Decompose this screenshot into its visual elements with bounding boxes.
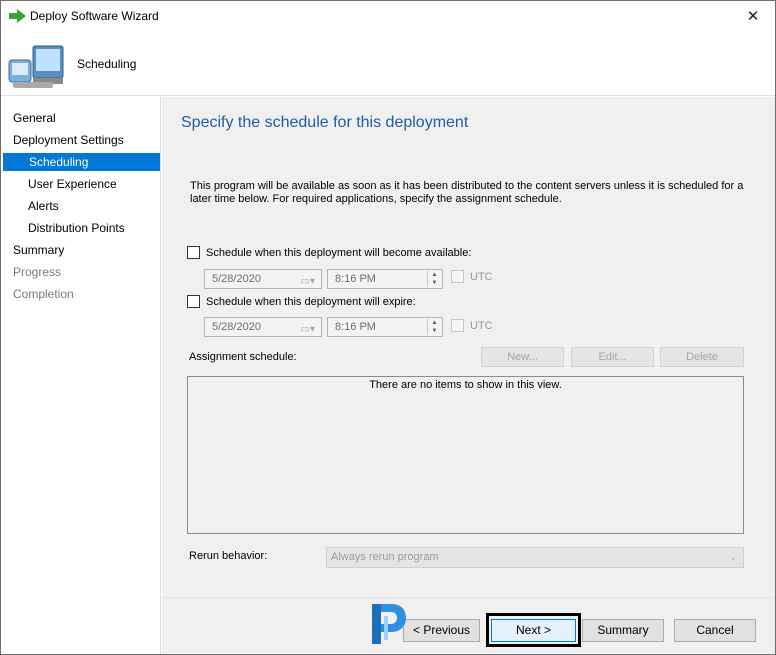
available-date-value: 5/28/2020 (212, 273, 261, 285)
assignment-schedule-list[interactable]: There are no items to show in this view. (187, 376, 744, 534)
rerun-behavior-select: Always rerun program ⌄ (326, 547, 744, 568)
computer-icon (8, 45, 64, 88)
expire-checkbox-row[interactable]: Schedule when this deployment will expir… (187, 295, 416, 308)
available-date-picker: 5/28/2020 ▭▾ (204, 269, 322, 289)
delete-schedule-button: Delete (660, 347, 744, 367)
nav-item-scheduling[interactable]: Scheduling (3, 153, 160, 171)
page-description: This program will be available as soon a… (190, 180, 744, 205)
expire-utc-checkbox (451, 319, 464, 332)
page-heading: Specify the schedule for this deployment (181, 114, 469, 131)
nav-item-user-experience[interactable]: User Experience (28, 175, 117, 193)
available-checkbox-row[interactable]: Schedule when this deployment will becom… (187, 246, 471, 259)
edit-schedule-button: Edit... (571, 347, 654, 367)
title-bar: Deploy Software Wizard ✕ (1, 1, 775, 32)
available-utc-row: UTC (451, 270, 493, 283)
nav-item-deployment-settings[interactable]: Deployment Settings (13, 131, 124, 149)
expire-time-value: 8:16 PM (335, 321, 376, 333)
expire-utc-row: UTC (451, 319, 493, 332)
expire-checkbox[interactable] (187, 295, 200, 308)
available-time-picker: 8:16 PM ▲ ▼ (327, 269, 443, 289)
wizard-footer: < Previous Next > Summary Cancel (162, 597, 775, 654)
nav-item-summary[interactable]: Summary (13, 241, 64, 259)
calendar-dropdown-icon: ▭▾ (300, 276, 315, 287)
available-checkbox-label: Schedule when this deployment will becom… (206, 246, 472, 259)
rerun-behavior-value: Always rerun program (331, 551, 439, 563)
close-icon: ✕ (746, 8, 760, 25)
content-panel: Specify the schedule for this deployment… (162, 97, 775, 597)
expire-date-picker: 5/28/2020 ▭▾ (204, 317, 322, 337)
available-utc-label: UTC (470, 270, 493, 283)
assignment-schedule-label: Assignment schedule: (189, 351, 297, 363)
new-schedule-button: New... (481, 347, 564, 367)
cancel-button[interactable]: Cancel (674, 619, 756, 642)
previous-button[interactable]: < Previous (403, 619, 480, 642)
available-utc-checkbox (451, 270, 464, 283)
expire-time-picker: 8:16 PM ▲ ▼ (327, 317, 443, 337)
wizard-nav: General Deployment Settings Scheduling U… (1, 97, 161, 654)
nav-item-general[interactable]: General (13, 109, 56, 127)
nav-item-progress: Progress (13, 265, 62, 279)
window-title: Deploy Software Wizard (30, 9, 159, 23)
rerun-behavior-label: Rerun behavior: (189, 550, 268, 562)
expire-checkbox-label: Schedule when this deployment will expir… (206, 295, 416, 308)
chevron-down-icon: ⌄ (729, 552, 737, 562)
nav-item-alerts[interactable]: Alerts (28, 197, 59, 215)
nav-item-completion: Completion (13, 287, 74, 301)
expire-utc-label: UTC (470, 319, 493, 332)
close-button[interactable]: ✕ (731, 1, 775, 31)
nav-item-distribution-points[interactable]: Distribution Points (28, 219, 125, 237)
available-time-value: 8:16 PM (335, 273, 376, 285)
p-logo-icon (372, 604, 406, 644)
green-arrow-icon (9, 9, 26, 23)
banner-title: Scheduling (77, 57, 137, 71)
empty-list-message: There are no items to show in this view. (369, 379, 562, 391)
time-spinner-icon: ▲ ▼ (427, 319, 441, 335)
summary-button[interactable]: Summary (582, 619, 664, 642)
calendar-dropdown-icon: ▭▾ (300, 324, 315, 335)
expire-date-value: 5/28/2020 (212, 321, 261, 333)
time-spinner-icon: ▲ ▼ (427, 271, 441, 287)
available-checkbox[interactable] (187, 246, 200, 259)
wizard-banner: Scheduling (1, 32, 775, 96)
deploy-software-wizard-window: Deploy Software Wizard ✕ Scheduling Gene… (0, 0, 776, 655)
next-button[interactable]: Next > (491, 619, 576, 642)
